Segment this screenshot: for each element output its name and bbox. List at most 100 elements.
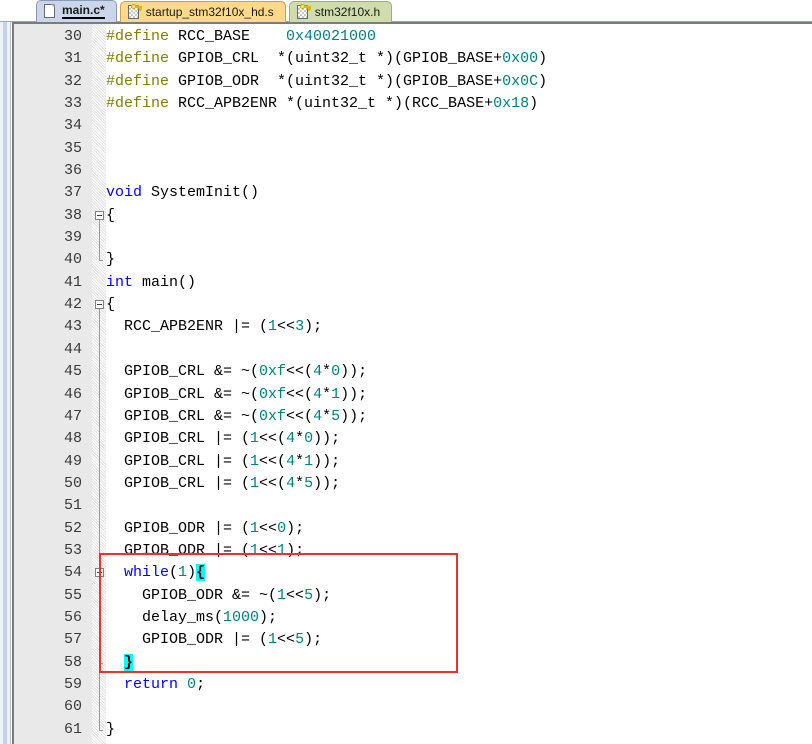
code-text[interactable]: GPIOB_CRL &= ~(0xf<<(4*5)); bbox=[106, 406, 367, 428]
code-text[interactable]: GPIOB_ODR |= (1<<5); bbox=[106, 629, 322, 651]
code-token-plain: )); bbox=[340, 407, 368, 425]
code-token-plain: )); bbox=[340, 385, 368, 403]
code-token-pre: #define bbox=[106, 72, 170, 90]
code-line[interactable]: 59 return 0; bbox=[14, 673, 812, 697]
code-text[interactable]: GPIOB_CRL |= (1<<(4*5)); bbox=[106, 473, 340, 495]
code-line[interactable]: 44 bbox=[14, 338, 812, 362]
fold-guide-line bbox=[99, 629, 100, 652]
code-token-plain: GPIOB_ODR |= ( bbox=[106, 631, 269, 649]
code-line[interactable]: 36 bbox=[14, 160, 812, 182]
line-number: 52 bbox=[63, 519, 82, 537]
code-token-num: 0 bbox=[304, 430, 314, 448]
code-line[interactable]: 45 GPIOB_CRL &= ~(0xf<<(4*0)); bbox=[14, 361, 812, 384]
code-text[interactable]: while(1){ bbox=[106, 562, 206, 584]
code-line[interactable]: 53 GPIOB_ODR |= (1<<1); bbox=[14, 539, 812, 563]
code-token-plain: GPIOB_CRL |= ( bbox=[106, 430, 251, 448]
editor-body: 30 #define RCC_BASE 0x40021000 31 #define G… bbox=[0, 22, 812, 744]
code-line-list[interactable]: 30 #define RCC_BASE 0x40021000 31 #define G… bbox=[14, 26, 812, 744]
code-line[interactable]: 38 { bbox=[14, 205, 812, 228]
code-text[interactable]: GPIOB_CRL &= ~(0xf<<(4*1)); bbox=[106, 384, 367, 406]
editor-tab-1[interactable]: startup_stm32f10x_hd.s bbox=[119, 1, 286, 22]
code-line[interactable]: 47 GPIOB_CRL &= ~(0xf<<(4*5)); bbox=[14, 405, 812, 429]
code-token-pre: #define bbox=[106, 95, 170, 113]
code-line[interactable]: 40} bbox=[14, 249, 812, 271]
code-token-plain: <<( bbox=[286, 385, 314, 403]
code-line[interactable]: 54 while(1){ bbox=[14, 562, 812, 586]
code-line[interactable]: 33 #define RCC_APB2ENR *(uint32_t *)(RCC_… bbox=[14, 93, 812, 115]
code-line[interactable]: 30 #define RCC_BASE 0x40021000 bbox=[14, 26, 812, 48]
code-text[interactable]: GPIOB_ODR |= (1<<0); bbox=[106, 518, 304, 540]
code-line[interactable]: 58 } bbox=[14, 651, 812, 674]
fold-guide-line bbox=[99, 338, 100, 362]
code-line[interactable]: 35 bbox=[14, 138, 812, 160]
code-token-plain: { bbox=[106, 206, 116, 224]
code-line[interactable]: 56 delay_ms(1000); bbox=[14, 606, 812, 630]
code-line[interactable]: 61} bbox=[14, 718, 812, 741]
code-line[interactable]: 41 int main() bbox=[14, 272, 812, 294]
code-token-plain: << bbox=[259, 541, 278, 559]
code-line[interactable]: 52 GPIOB_ODR |= (1<<0); bbox=[14, 517, 812, 540]
code-token-num: 1 bbox=[268, 631, 278, 649]
code-text[interactable]: RCC_APB2ENR |= (1<<3); bbox=[106, 316, 322, 338]
code-line[interactable]: 46 GPIOB_CRL &= ~(0xf<<(4*1)); bbox=[14, 383, 812, 406]
code-line[interactable]: 34 bbox=[14, 115, 812, 137]
line-number: 45 bbox=[63, 363, 82, 381]
code-line[interactable]: 39 bbox=[14, 227, 812, 250]
code-line[interactable]: 60 bbox=[14, 696, 812, 719]
code-token-num: 1 bbox=[331, 385, 341, 403]
code-text[interactable]: delay_ms(1000); bbox=[106, 607, 277, 629]
code-line[interactable]: 55 GPIOB_ODR &= ~(1<<5); bbox=[14, 584, 812, 607]
code-line[interactable]: 43 RCC_APB2ENR |= (1<<3); bbox=[14, 316, 812, 339]
code-text[interactable]: } bbox=[106, 652, 134, 674]
fold-collapse-icon[interactable] bbox=[95, 300, 104, 310]
code-token-pre: #define bbox=[106, 50, 170, 68]
line-number: 46 bbox=[63, 385, 82, 403]
code-line[interactable]: 37 void SystemInit() bbox=[14, 182, 812, 204]
code-text[interactable]: GPIOB_ODR &= ~(1<<5); bbox=[106, 585, 331, 607]
code-token-num: 0x00 bbox=[502, 50, 539, 68]
line-number: 53 bbox=[63, 541, 82, 559]
code-token-plain: <<( bbox=[286, 363, 314, 381]
code-text[interactable]: #define GPIOB_ODR *(uint32_t *)(GPIOB_BA… bbox=[106, 71, 547, 93]
fold-guide-line bbox=[99, 606, 100, 630]
code-line[interactable]: 51 bbox=[14, 495, 812, 518]
code-text[interactable]: #define RCC_BASE 0x40021000 bbox=[106, 26, 376, 48]
code-text[interactable]: { bbox=[106, 205, 115, 227]
line-number: 59 bbox=[63, 675, 82, 693]
code-token-plain: } bbox=[106, 251, 116, 269]
fold-collapse-icon[interactable] bbox=[95, 568, 104, 578]
code-token-plain: GPIOB_ODR |= ( bbox=[106, 519, 251, 537]
code-line[interactable]: 49 GPIOB_CRL |= (1<<(4*1)); bbox=[14, 450, 812, 473]
editor-tab-0[interactable]: main.c* bbox=[36, 0, 117, 22]
code-text[interactable]: } bbox=[106, 719, 115, 741]
code-text[interactable]: GPIOB_ODR |= (1<<1); bbox=[106, 540, 304, 562]
code-text[interactable]: #define GPIOB_CRL *(uint32_t *)(GPIOB_BA… bbox=[106, 48, 547, 70]
code-line[interactable]: 42 { bbox=[14, 294, 812, 318]
code-text[interactable]: GPIOB_CRL &= ~(0xf<<(4*0)); bbox=[106, 361, 367, 383]
code-text[interactable]: { bbox=[106, 294, 115, 316]
editor-tab-2[interactable]: stm32f10x.h bbox=[288, 1, 393, 22]
code-line[interactable]: 31 #define GPIOB_CRL *(uint32_t *)(GPIOB_… bbox=[14, 48, 812, 70]
code-text[interactable]: int main() bbox=[106, 272, 196, 294]
fold-guide-end bbox=[99, 249, 103, 262]
code-token-plain: )); bbox=[313, 430, 341, 448]
editor-tab-label: main.c* bbox=[62, 3, 105, 19]
code-text[interactable]: GPIOB_CRL |= (1<<(4*1)); bbox=[106, 451, 340, 473]
code-text-area[interactable]: 30 #define RCC_BASE 0x40021000 31 #define G… bbox=[12, 22, 812, 744]
code-line[interactable]: 32 #define GPIOB_ODR *(uint32_t *)(GPIOB_… bbox=[14, 71, 812, 93]
code-text[interactable]: } bbox=[106, 249, 115, 271]
code-token-plain: << bbox=[277, 631, 296, 649]
code-token-brc: } bbox=[124, 653, 134, 671]
line-number: 44 bbox=[63, 340, 82, 358]
code-line[interactable]: 48 GPIOB_CRL |= (1<<(4*0)); bbox=[14, 428, 812, 451]
code-line[interactable]: 50 GPIOB_CRL |= (1<<(4*5)); bbox=[14, 472, 812, 496]
code-token-plain: GPIOB_ODR *(uint32_t *)(GPIOB_BASE+ bbox=[169, 72, 503, 90]
code-text[interactable]: GPIOB_CRL |= (1<<(4*0)); bbox=[106, 428, 340, 450]
code-line[interactable]: 57 GPIOB_ODR |= (1<<5); bbox=[14, 629, 812, 652]
fold-collapse-icon[interactable] bbox=[95, 210, 104, 220]
code-text[interactable]: return 0; bbox=[106, 674, 205, 696]
code-token-plain: GPIOB_CRL &= ~( bbox=[106, 407, 260, 425]
code-text[interactable]: #define RCC_APB2ENR *(uint32_t *)(RCC_BA… bbox=[106, 93, 538, 115]
code-text[interactable]: void SystemInit() bbox=[106, 182, 259, 204]
